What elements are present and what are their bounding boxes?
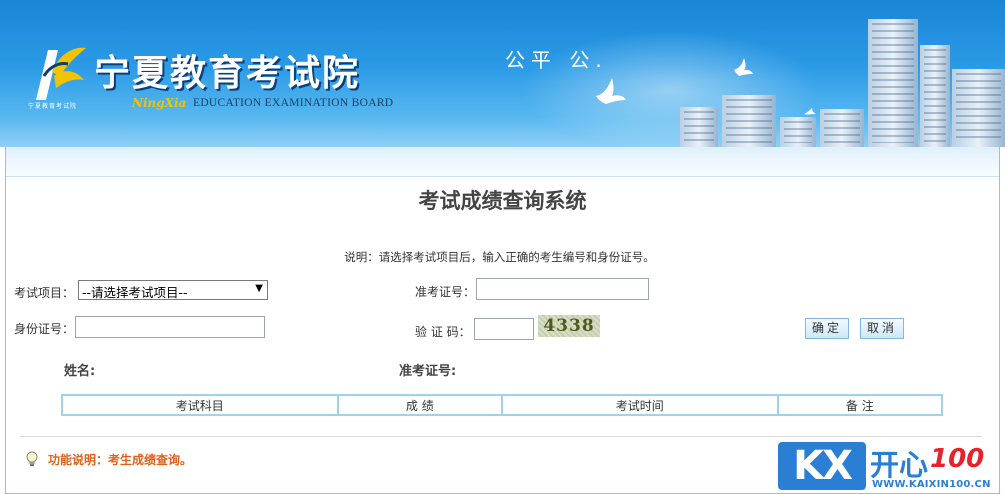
building [820,109,864,147]
building [780,117,816,147]
dropdown-arrow-icon: ▼ [255,283,263,294]
building [952,69,1005,147]
building [868,19,918,147]
column-header: 备 注 [776,394,944,416]
column-header: 考试科目 [61,394,339,416]
captcha-label: 验 证 码： [415,325,471,339]
exam-item-label: 考试项目： [14,286,75,300]
column-header: 考试时间 [500,394,779,416]
logo-small-text: 宁夏教育考试院 [28,103,78,110]
watermark-logo: KX [778,442,866,490]
function-note: 功能说明：考生成绩查询。 [48,453,193,467]
dove-icon [804,108,816,115]
watermark-brand-cn: 开心 [870,448,929,482]
captcha-input[interactable] [474,318,534,340]
instruction-label: 说明：请选择考试项目后，输入正确的考生编号和身份证号。 [344,250,655,264]
dove-icon [734,58,753,76]
dove-icon [596,78,626,104]
building [722,95,776,147]
divider [20,436,982,437]
watermark-brand-num: 100 [930,444,985,474]
watermark-url: WWW.KAIXIN100.CN [872,479,991,490]
table-header-row: 考试科目 成 绩 考试时间 备 注 [61,394,944,416]
slogan: 公平 公. [505,48,608,72]
confirm-button[interactable]: 确定 [805,318,849,339]
brand-script: NingXia [132,96,187,110]
lightbulb-icon [26,451,38,466]
building [680,107,718,147]
header-banner: 宁夏教育考试院 宁夏教育考试院 NingXia EDUCATION EXAMIN… [0,0,1005,147]
cancel-button[interactable]: 取消 [860,318,904,339]
logo-icon [36,47,86,100]
brand-english: EDUCATION EXAMINATION BOARD [193,97,394,109]
admission-no-label: 准考证号： [415,285,476,299]
name-result-label: 姓名: [64,364,96,379]
admission-no-result-label: 准考证号: [399,364,457,379]
exam-item-selected: --请选择考试项目-- [82,285,188,300]
id-card-input[interactable] [75,316,265,338]
building [920,45,950,147]
admission-no-input[interactable] [476,278,649,300]
panel-header-bar [6,147,999,177]
captcha-image[interactable]: 4338 [538,315,600,337]
column-header: 成 绩 [336,394,503,416]
page-title: 考试成绩查询系统 [418,189,587,213]
id-card-label: 身份证号： [14,322,75,336]
site-title: 宁夏教育考试院 [94,52,361,94]
watermark: KX 开心 100 WWW.KAIXIN100.CN [778,440,1005,494]
scores-table: 考试科目 成 绩 考试时间 备 注 [61,394,944,416]
exam-item-select[interactable]: --请选择考试项目-- ▼ [78,280,268,300]
instruction-text: 说明：请选择考试项目后，输入正确的考生编号和身份证号。 [0,249,1005,265]
